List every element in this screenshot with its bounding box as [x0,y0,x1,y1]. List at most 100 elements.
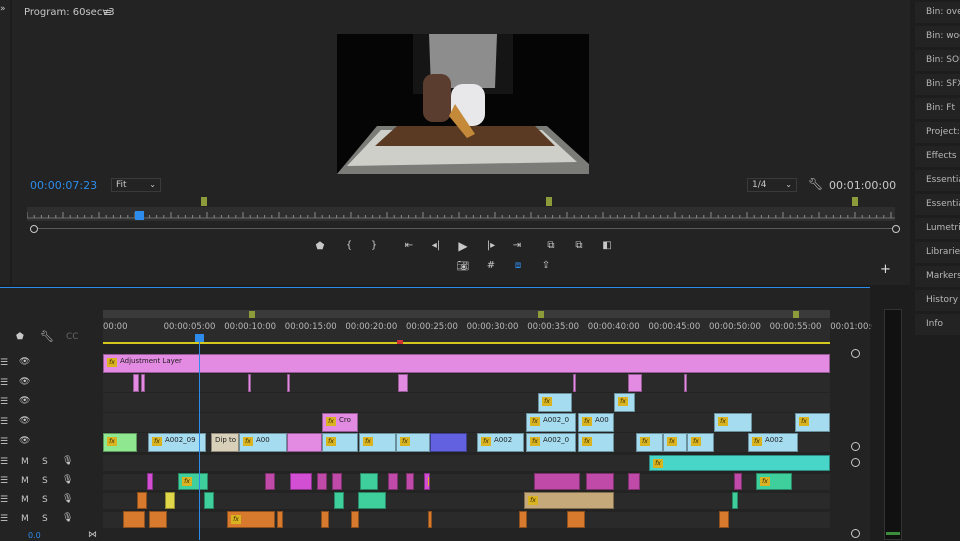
panel-tab-item[interactable]: Bin: SFX [915,74,960,95]
video-clip[interactable] [398,374,408,392]
step-forward-icon[interactable]: |▸ [484,240,498,251]
marker[interactable] [852,197,858,206]
panel-tab-item[interactable]: Bin: overla [915,2,960,23]
timeline-wrench-icon[interactable]: 🔧︎ [40,330,54,343]
audio-clip[interactable] [137,492,147,509]
video-clip[interactable]: fx [663,433,687,452]
video-clip[interactable] [141,374,145,392]
marker[interactable] [793,311,799,318]
eye-icon[interactable]: 👁︎ [19,436,30,446]
video-clip[interactable]: fx Cro [322,413,358,432]
panel-tab-item[interactable]: Effects [915,146,960,167]
work-area-bar[interactable] [103,342,830,344]
audio-clip[interactable] [360,473,378,490]
play-icon[interactable]: ▶ [456,239,470,253]
microphone-icon[interactable]: 🎙︎ [62,456,73,466]
compare-icon[interactable]: ◧ [600,240,614,251]
panel-tab-item[interactable]: Info [915,314,960,335]
audio-clip[interactable] [534,473,580,490]
panel-tab-item[interactable]: History [915,290,960,311]
add-marker-icon[interactable]: ⬟ [313,241,327,252]
video-clip[interactable]: fx [714,413,752,432]
audio-clip[interactable] [732,492,738,509]
solo-button[interactable]: S [42,495,48,505]
audio-clip[interactable] [719,511,729,528]
video-clip[interactable]: fx A002_09 [148,433,206,452]
expand-icon[interactable]: » [0,4,6,14]
track-lock-icon[interactable]: ☰ [0,476,8,486]
video-clip[interactable]: fx [578,433,614,452]
audio-clip[interactable]: fx [227,511,275,528]
video-clip[interactable]: fx A00 [239,433,287,452]
go-to-in-icon[interactable]: ⇤ [402,240,416,251]
video-clip[interactable]: fx A00 [578,413,614,432]
panel-tab-item[interactable]: Libraries [915,242,960,263]
video-track-row[interactable] [103,374,830,392]
track-lock-icon[interactable]: ☰ [0,378,8,388]
track-lock-icon[interactable]: ☰ [0,397,8,407]
video-clip[interactable]: fx [359,433,396,452]
panel-tab-item[interactable]: Essential [915,170,960,191]
video-clip[interactable] [287,374,290,392]
audio-clip[interactable] [567,511,585,528]
audio-clip[interactable] [628,473,640,490]
video-clip[interactable] [573,374,576,392]
track-lock-icon[interactable]: ☰ [0,457,8,467]
track-lock-icon[interactable]: ☰ [0,358,8,368]
marker[interactable] [538,311,544,318]
video-clip[interactable]: fx [103,433,137,452]
audio-clip[interactable] [147,473,153,490]
video-clip[interactable]: fx [396,433,430,452]
microphone-icon[interactable]: 🎙︎ [62,513,73,523]
audio-clip[interactable] [388,473,398,490]
go-to-out-icon[interactable]: ⇥ [510,240,524,251]
track-lock-icon[interactable]: ☰ [0,495,8,505]
audio-clip[interactable] [265,473,275,490]
camera-icon[interactable]: 📷︎ [456,261,470,272]
playhead-indicator[interactable] [135,211,144,220]
vr-toggle-icon[interactable]: ⧈ [511,260,525,271]
timeline-zoom-bar[interactable] [103,310,830,318]
video-clip[interactable]: fx [795,413,830,432]
audio-clip[interactable] [406,473,414,490]
audio-clip[interactable]: fx [178,473,208,490]
mark-in-icon[interactable]: { [342,240,356,251]
export-frame-icon[interactable]: ⇪ [539,260,553,271]
a-scroll-handle-top[interactable] [851,458,860,467]
audio-track-row[interactable] [103,474,830,490]
audio-clip[interactable] [123,511,145,528]
video-clip[interactable] [628,374,642,392]
solo-button[interactable]: S [42,457,48,467]
video-clip[interactable] [430,433,467,452]
audio-clip[interactable]: fx [524,492,614,509]
video-clip[interactable]: fx A002 [477,433,524,452]
audio-clip[interactable] [351,511,359,528]
audio-clip[interactable] [428,511,432,528]
solo-toggle-icon[interactable]: ⋈ [88,530,97,540]
mute-button[interactable]: M [21,495,29,505]
video-clip[interactable] [133,374,139,392]
zoom-fit-select[interactable]: Fit ⌄ [111,178,161,192]
add-button-icon[interactable]: + [880,262,891,277]
audio-clip[interactable] [358,492,386,509]
marker[interactable] [546,197,552,206]
audio-clip[interactable] [586,473,614,490]
eye-icon[interactable]: 👁︎ [19,396,30,406]
mute-button[interactable]: M [21,514,29,524]
transition-clip[interactable]: Dip to [211,433,239,452]
audio-clip[interactable] [290,473,312,490]
audio-clip[interactable] [321,511,329,528]
microphone-icon[interactable]: 🎙︎ [62,494,73,504]
marker[interactable] [201,197,207,206]
audio-clip[interactable] [734,473,742,490]
time-ruler[interactable] [26,207,895,221]
lift-icon[interactable]: ⧉ [544,240,558,251]
panel-tab-item[interactable]: Lumetri C [915,218,960,239]
snap-marker-icon[interactable]: ⬟ [16,332,24,342]
settings-wrench-icon[interactable]: 🔧︎ [808,177,823,191]
video-clip[interactable]: fx [538,393,572,412]
audio-clip[interactable] [334,492,344,509]
panel-tab-item[interactable]: Bin: woo [915,26,960,47]
step-back-icon[interactable]: ◂| [429,240,443,251]
video-clip[interactable]: fx A002_0 [526,413,576,432]
